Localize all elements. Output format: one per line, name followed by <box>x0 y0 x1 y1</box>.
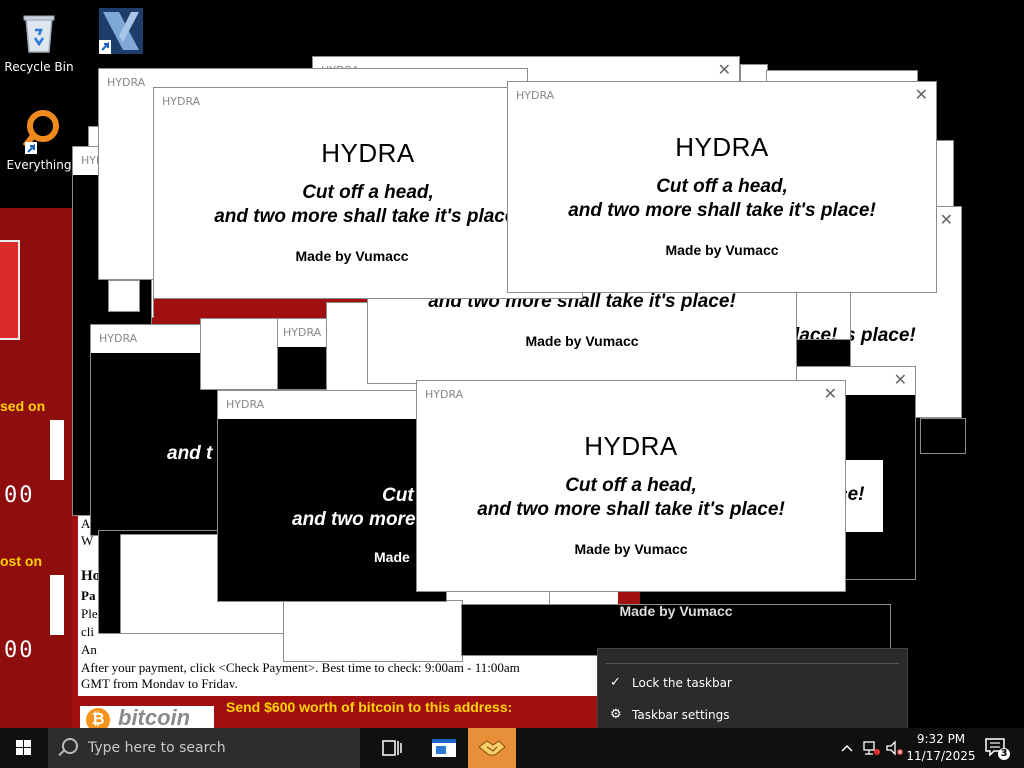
video-app-shortcut-icon <box>95 6 143 54</box>
network-icon <box>863 741 880 755</box>
hydra-heading: HYDRA <box>675 132 769 162</box>
close-icon[interactable]: ✕ <box>824 384 837 403</box>
window-fragment: ce! <box>837 460 883 532</box>
hydra-window[interactable]: HYDRA ✕ HYDRA Cut off a head, and two mor… <box>507 81 937 293</box>
window-title: HYDRA <box>425 388 464 401</box>
window-title: HYDRA <box>516 89 555 102</box>
countdown-timer-1: 00 <box>4 483 35 508</box>
app-window-icon <box>432 739 456 757</box>
instruction-fragment: Ple <box>81 606 98 621</box>
hydra-window[interactable] <box>200 318 278 390</box>
notification-count-badge: 3 <box>1000 748 1008 759</box>
taskbar-context-menu: ✓ Lock the taskbar ⚙ Taskbar settings <box>597 648 908 738</box>
window-title: HYDRA <box>283 326 322 339</box>
hydra-window[interactable]: HYDRA ✕ HYDRA Cut off a head, and two mor… <box>416 380 846 592</box>
taskbar: 9:32 PM 11/17/2025 3 <box>0 728 1024 768</box>
checkmark-icon: ✓ <box>610 675 621 690</box>
window-titlebar[interactable]: HYDRA ✕ <box>508 82 936 110</box>
window-title: HYDRA <box>162 95 201 108</box>
window-title: HYDRA <box>107 76 146 89</box>
send-bitcoin-text: Send $600 worth of bitcoin to this addre… <box>226 699 513 715</box>
menu-item-label: Lock the taskbar <box>632 676 732 690</box>
instruction-fragment: cli <box>81 624 94 639</box>
desktop-icon-label: Everything <box>6 158 72 172</box>
taskbar-app-window[interactable] <box>420 728 468 768</box>
bitcoin-coin-icon: ₿ <box>86 708 110 728</box>
handshake-app-icon <box>478 740 506 756</box>
window-title: HYDRA <box>226 398 265 411</box>
taskbar-app-handshake[interactable] <box>468 728 516 768</box>
windows-logo-icon <box>16 740 31 755</box>
hydra-credit: Made by Vumacc <box>525 333 639 349</box>
window-titlebar[interactable]: HYDRA <box>218 391 446 419</box>
gear-icon: ⚙ <box>610 707 622 722</box>
hydra-credit: Made by Vumacc <box>619 604 733 619</box>
payment-raised-label: sed on <box>0 398 46 414</box>
hydra-heading: HYDRA <box>584 431 678 461</box>
search-input[interactable] <box>88 728 348 768</box>
task-view-button[interactable] <box>368 728 416 768</box>
action-center-button[interactable]: 3 <box>980 728 1014 768</box>
start-button[interactable] <box>0 728 48 768</box>
desktop-icon-recycle-bin[interactable]: Recycle Bin <box>1 8 77 74</box>
desktop-icon-everything[interactable]: Everything <box>1 106 77 172</box>
recycle-bin-icon <box>17 8 61 56</box>
clock-date: 11/17/2025 <box>906 749 976 763</box>
bitcoin-logo: ₿ bitcoin <box>80 706 214 728</box>
lock-graphic <box>0 240 20 340</box>
hydra-tagline-line2: and two more shall take it's place! <box>568 200 876 221</box>
hydra-credit: Made by Vumacc <box>574 541 688 557</box>
ransom-left-panel: sed on 00 ost on 00 <box>0 208 72 728</box>
clock-time: 9:32 PM <box>916 732 966 746</box>
network-button[interactable] <box>860 728 882 768</box>
task-view-icon <box>382 740 402 756</box>
everything-search-icon <box>17 106 61 154</box>
hydra-tagline-fragment: s place! <box>850 325 916 346</box>
instruction-fragment: Pa <box>81 588 96 603</box>
hydra-window[interactable] <box>283 600 463 662</box>
desktop-icon-video-app[interactable] <box>79 6 155 58</box>
window-title: HYDRA <box>99 332 138 345</box>
progress-strip <box>50 575 64 635</box>
speaker-muted-icon <box>886 740 903 756</box>
files-lost-label: ost on <box>0 553 42 569</box>
hydra-tagline-line1: Cut off a head, <box>656 176 788 197</box>
menu-item-taskbar-settings[interactable]: ⚙ Taskbar settings <box>598 701 907 729</box>
desktop-icon-label: Recycle Bin <box>4 60 74 74</box>
close-icon[interactable]: ✕ <box>940 210 953 229</box>
instruction-fragment: An <box>81 642 97 657</box>
hydra-window[interactable] <box>108 280 140 312</box>
hydra-window[interactable]: HYDRA Cut and two more Made <box>217 390 447 602</box>
payment-instruction-line: After your payment, click <Check Payment… <box>81 660 520 675</box>
hydra-window[interactable] <box>920 418 966 454</box>
progress-strip <box>50 420 64 480</box>
chevron-up-icon <box>841 744 853 752</box>
close-icon[interactable]: ✕ <box>915 85 928 104</box>
close-icon[interactable]: ✕ <box>718 60 731 79</box>
gmt-line: GMT from Monday to Friday. <box>81 676 238 688</box>
menu-item-label: Taskbar settings <box>632 708 730 722</box>
show-hidden-icons-button[interactable] <box>838 728 856 768</box>
bitcoin-logo-text: bitcoin <box>118 705 191 729</box>
window-titlebar[interactable]: HYDRA ✕ <box>417 381 845 409</box>
menu-separator <box>606 663 899 664</box>
hydra-tagline-line2: and two more shall take it's place! <box>477 499 785 520</box>
menu-item-lock-taskbar[interactable]: ✓ Lock the taskbar <box>598 669 907 697</box>
instruction-fragment: A <box>81 516 91 531</box>
taskbar-search-box[interactable] <box>48 728 360 768</box>
close-icon[interactable]: ✕ <box>894 370 907 389</box>
countdown-timer-2: 00 <box>4 638 35 663</box>
taskbar-clock[interactable]: 9:32 PM 11/17/2025 <box>906 731 976 765</box>
search-icon <box>62 738 78 754</box>
hydra-tagline-line1: Cut off a head, <box>565 475 697 496</box>
volume-button[interactable] <box>884 728 906 768</box>
hydra-credit: Made by Vumacc <box>665 242 779 258</box>
